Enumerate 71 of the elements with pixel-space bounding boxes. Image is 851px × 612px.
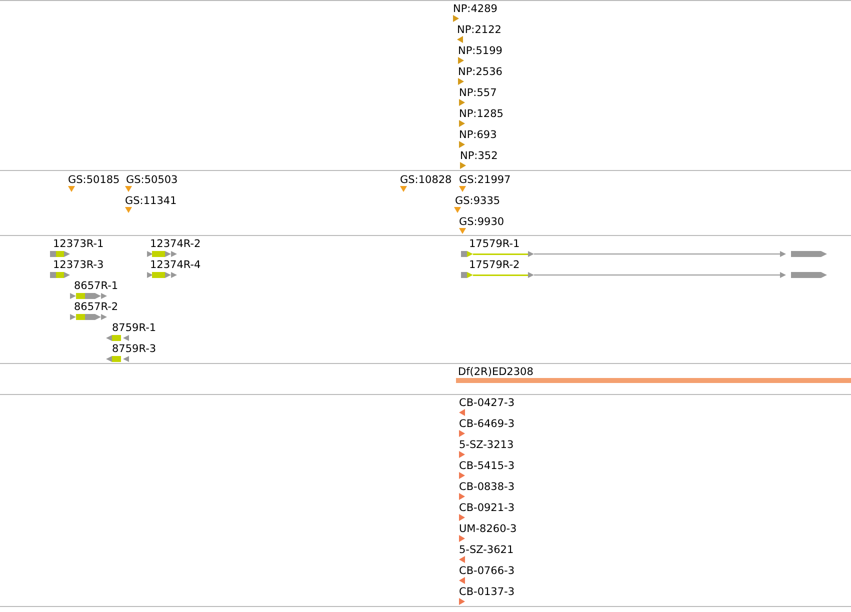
feature-label[interactable]: NP:2536 [458, 65, 502, 79]
down-triangle-icon[interactable] [454, 207, 461, 213]
feature-label[interactable]: NP:693 [459, 128, 497, 142]
transcript-drawing[interactable] [147, 251, 179, 257]
feature-label[interactable]: 8759R-3 [112, 342, 156, 356]
feature-label[interactable]: CB-0838-3 [459, 480, 515, 494]
feature-label[interactable]: NP:2122 [457, 23, 502, 37]
left-triangle-icon[interactable] [459, 409, 465, 416]
feature-label[interactable]: 12374R-4 [150, 258, 201, 272]
transcript-drawing[interactable] [461, 272, 827, 278]
right-triangle-icon[interactable] [460, 162, 466, 169]
down-triangle-icon[interactable] [125, 186, 132, 192]
down-triangle-icon[interactable] [400, 186, 407, 192]
feature-label[interactable]: CB-0137-3 [459, 585, 515, 599]
feature-label[interactable]: NP:1285 [459, 107, 504, 121]
transcript-drawing[interactable] [70, 314, 108, 320]
feature-label[interactable]: CB-5415-3 [459, 459, 515, 473]
transcript-drawing[interactable] [50, 251, 71, 257]
feature-label[interactable]: 17579R-2 [469, 258, 520, 272]
feature-label[interactable]: NP:4289 [453, 2, 498, 16]
feature-label[interactable]: NP:352 [460, 149, 498, 163]
feature-label[interactable]: 8657R-1 [74, 279, 118, 293]
feature-label[interactable]: 12373R-1 [53, 237, 104, 251]
feature-label[interactable]: GS:10828 [400, 173, 452, 187]
feature-label[interactable]: 8759R-1 [112, 321, 156, 335]
feature-label[interactable]: NP:5199 [458, 44, 502, 58]
right-triangle-icon[interactable] [459, 493, 465, 500]
right-triangle-icon[interactable] [458, 78, 464, 85]
right-triangle-icon[interactable] [459, 120, 465, 127]
right-triangle-icon[interactable] [459, 472, 465, 479]
left-triangle-icon[interactable] [457, 36, 463, 43]
feature-label[interactable]: CB-0766-3 [459, 564, 515, 578]
down-triangle-icon[interactable] [459, 228, 466, 234]
transcript-drawing[interactable] [147, 272, 179, 278]
transcript-drawing[interactable] [106, 356, 130, 362]
left-triangle-icon[interactable] [459, 577, 465, 584]
feature-label[interactable]: 5-SZ-3213 [459, 438, 514, 452]
right-triangle-icon[interactable] [459, 141, 465, 148]
feature-label[interactable]: GS:11341 [125, 194, 177, 208]
feature-label[interactable]: GS:9930 [459, 215, 504, 229]
transcript-drawing[interactable] [106, 335, 130, 341]
feature-label[interactable]: GS:50185 [68, 173, 120, 187]
transcript-drawing[interactable] [50, 272, 71, 278]
feature-label[interactable]: CB-0427-3 [459, 396, 515, 410]
right-triangle-icon[interactable] [459, 451, 465, 458]
feature-label[interactable]: 8657R-2 [74, 300, 118, 314]
feature-label[interactable]: GS:21997 [459, 173, 511, 187]
right-triangle-icon[interactable] [459, 430, 465, 437]
feature-label[interactable]: 12374R-2 [150, 237, 201, 251]
feature-label[interactable]: GS:50503 [126, 173, 178, 187]
transcript-drawing[interactable] [461, 251, 827, 257]
feature-label[interactable]: 12373R-3 [53, 258, 104, 272]
feature-label[interactable]: 5-SZ-3621 [459, 543, 514, 557]
left-triangle-icon[interactable] [459, 556, 465, 563]
feature-label[interactable]: CB-6469-3 [459, 417, 515, 431]
feature-label[interactable]: 17579R-1 [469, 237, 520, 251]
right-triangle-icon[interactable] [459, 514, 465, 521]
right-triangle-icon[interactable] [459, 598, 465, 605]
feature-label[interactable]: NP:557 [459, 86, 497, 100]
feature-label[interactable]: CB-0921-3 [459, 501, 515, 515]
feature-label[interactable]: Df(2R)ED2308 [458, 365, 534, 379]
right-triangle-icon[interactable] [458, 57, 464, 64]
feature-label[interactable]: UM-8260-3 [459, 522, 517, 536]
feature-label[interactable]: GS:9335 [455, 194, 500, 208]
right-triangle-icon[interactable] [459, 99, 465, 106]
right-triangle-icon[interactable] [459, 535, 465, 542]
right-triangle-icon[interactable] [453, 15, 459, 22]
down-triangle-icon[interactable] [68, 186, 75, 192]
down-triangle-icon[interactable] [459, 186, 466, 192]
transcript-drawing[interactable] [70, 293, 108, 299]
down-triangle-icon[interactable] [125, 207, 132, 213]
